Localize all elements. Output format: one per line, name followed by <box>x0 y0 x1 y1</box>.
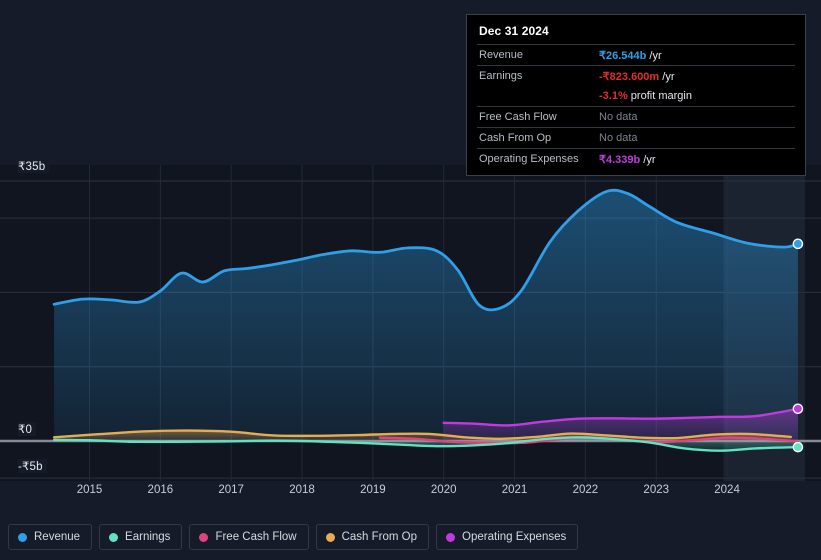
legend-item-label: Earnings <box>125 531 171 543</box>
legend-color-dot-icon <box>446 532 456 542</box>
legend-item-operating-expenses[interactable]: Operating Expenses <box>436 524 579 550</box>
legend-item-label: Operating Expenses <box>462 531 567 543</box>
tooltip-row-label: Free Cash Flow <box>479 111 557 123</box>
x-axis-tick-2019: 2019 <box>360 484 386 496</box>
tooltip-value-number: -3.1% <box>599 90 628 102</box>
tooltip-row-profit-margin: -3.1% profit margin <box>477 86 795 106</box>
legend-item-label: Cash From Op <box>341 531 418 543</box>
x-axis-tick-2015: 2015 <box>76 484 103 496</box>
tooltip-rows: Revenue ₹26.544b /yr Earnings -₹823.600m /y… <box>477 44 795 169</box>
tooltip-row-label: Cash From Op <box>479 132 552 144</box>
tooltip-row-revenue: Revenue ₹26.544b /yr <box>477 44 795 65</box>
financial-chart: ₹35b ₹0 -₹5b 2015 2016 2017 2018 2019 2020 2021 2… <box>0 0 821 560</box>
tooltip-row-value: -₹823.600m /yr <box>599 70 675 83</box>
tooltip-row-free-cash-flow: Free Cash Flow No data <box>477 106 795 127</box>
tooltip-value-unit: profit margin <box>627 90 692 102</box>
y-axis-tick-1: ₹0 <box>18 422 37 436</box>
legend-item-revenue[interactable]: Revenue <box>8 524 93 550</box>
tooltip-row-operating-expenses: Operating Expenses ₹4.339b /yr <box>477 148 795 169</box>
legend-item-earnings[interactable]: Earnings <box>99 524 183 550</box>
tooltip-date: Dec 31 2024 <box>479 24 549 38</box>
legend-item-cash-from-op[interactable]: Cash From Op <box>315 524 430 550</box>
tooltip-row-cash-from-op: Cash From Op No data <box>477 127 795 148</box>
x-axis-tick-2017: 2017 <box>218 484 244 496</box>
x-axis-tick-2018: 2018 <box>289 484 315 496</box>
tooltip-row-label: Earnings <box>479 70 523 82</box>
x-axis-tick-2016: 2016 <box>147 484 174 496</box>
tooltip-row-value: No data <box>599 111 638 123</box>
tooltip-value-unit: /yr <box>646 49 662 62</box>
x-axis-tick-2022: 2022 <box>572 484 599 496</box>
legend-item-label: Revenue <box>34 531 81 543</box>
x-axis-tick-2020: 2020 <box>430 484 457 496</box>
x-axis-tick-2024: 2024 <box>714 484 740 496</box>
tooltip-no-data: No data <box>599 132 638 144</box>
tooltip-value-unit: /yr <box>640 153 656 166</box>
legend-color-dot-icon <box>199 532 209 542</box>
y-axis-tick-2: -₹5b <box>18 459 47 473</box>
tooltip-row-value: ₹26.544b /yr <box>599 49 662 62</box>
chart-legend[interactable]: Revenue Earnings Free Cash Flow Cash From O… <box>8 524 579 550</box>
legend-color-dot-icon <box>18 532 27 542</box>
tooltip-value-number: ₹4.339b <box>599 153 641 166</box>
tooltip-row-label: Revenue <box>479 49 524 61</box>
x-axis-tick-2021: 2021 <box>501 484 528 496</box>
tooltip-row-label: Operating Expenses <box>479 153 579 165</box>
tooltip-row-value: -3.1% profit margin <box>599 90 692 102</box>
y-axis-tick-0: ₹35b <box>18 159 50 173</box>
tooltip-row-earnings: Earnings -₹823.600m /yr <box>477 65 795 86</box>
tooltip-row-value: No data <box>599 132 638 144</box>
tooltip-value-unit: /yr <box>659 70 675 83</box>
tooltip-no-data: No data <box>599 111 638 123</box>
legend-item-free-cash-flow[interactable]: Free Cash Flow <box>189 524 309 550</box>
tooltip-value-number: ₹26.544b <box>599 49 647 62</box>
x-axis-tick-2023: 2023 <box>643 484 670 496</box>
legend-color-dot-icon <box>325 532 335 542</box>
legend-color-dot-icon <box>109 532 119 542</box>
tooltip-row-value: ₹4.339b /yr <box>599 153 656 166</box>
tooltip-value-number: -₹823.600m <box>599 70 660 83</box>
legend-item-label: Free Cash Flow <box>215 531 297 543</box>
chart-tooltip: Dec 31 2024 Revenue ₹26.544b /yr Earnings -… <box>466 14 806 176</box>
